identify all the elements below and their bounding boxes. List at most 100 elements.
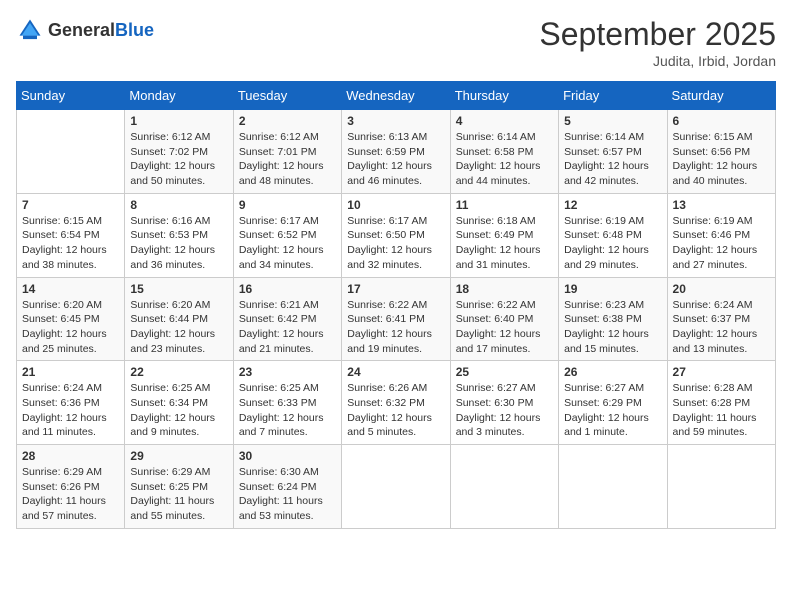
day-info-9: Sunrise: 6:17 AM Sunset: 6:52 PM Dayligh… <box>239 214 336 273</box>
week-row-2: 7 Sunrise: 6:15 AM Sunset: 6:54 PM Daylig… <box>17 193 776 277</box>
day-info-3: Sunrise: 6:13 AM Sunset: 6:59 PM Dayligh… <box>347 130 444 189</box>
cell-w1-d5: 4Sunrise: 6:14 AM Sunset: 6:58 PM Daylig… <box>450 110 558 194</box>
day-number-6: 6 <box>673 114 770 128</box>
header-wednesday: Wednesday <box>342 82 450 110</box>
header-monday: Monday <box>125 82 233 110</box>
logo-blue-text: Blue <box>115 20 154 40</box>
header-friday: Friday <box>559 82 667 110</box>
cell-w3-d7: 20 Sunrise: 6:24 AM Sunset: 6:37 PM Dayli… <box>667 277 775 361</box>
day-number-30: 30 <box>239 449 336 463</box>
cell-w5-d4 <box>342 445 450 529</box>
cell-w2-d6: 12Sunrise: 6:19 AM Sunset: 6:48 PM Dayli… <box>559 193 667 277</box>
cell-w3-d2: 15 Sunrise: 6:20 AM Sunset: 6:44 PM Dayli… <box>125 277 233 361</box>
cell-w4-d4: 24 Sunrise: 6:26 AM Sunset: 6:32 PM Dayli… <box>342 361 450 445</box>
day-number-9: 9 <box>239 198 336 212</box>
day-info-18: Sunrise: 6:22 AM Sunset: 6:40 PM Dayligh… <box>456 298 553 357</box>
day-number-23: 23 <box>239 365 336 379</box>
cell-w2-d5: 11Sunrise: 6:18 AM Sunset: 6:49 PM Dayli… <box>450 193 558 277</box>
cell-w1-d1 <box>17 110 125 194</box>
cell-w1-d2: 1 Sunrise: 6:12 AM Sunset: 7:02 PM Daylig… <box>125 110 233 194</box>
day-number-3: 3 <box>347 114 444 128</box>
day-info-11: Sunrise: 6:18 AM Sunset: 6:49 PM Dayligh… <box>456 214 553 273</box>
day-info-10: Sunrise: 6:17 AM Sunset: 6:50 PM Dayligh… <box>347 214 444 273</box>
cell-w5-d7 <box>667 445 775 529</box>
day-info-24: Sunrise: 6:26 AM Sunset: 6:32 PM Dayligh… <box>347 381 444 440</box>
cell-w5-d5 <box>450 445 558 529</box>
day-number-24: 24 <box>347 365 444 379</box>
day-info-26: Sunrise: 6:27 AM Sunset: 6:29 PM Dayligh… <box>564 381 661 440</box>
page-header: GeneralBlue September 2025 Judita, Irbid… <box>16 16 776 69</box>
day-number-4: 4 <box>456 114 553 128</box>
calendar-header: Sunday Monday Tuesday Wednesday Thursday… <box>17 82 776 110</box>
day-number-22: 22 <box>130 365 227 379</box>
cell-w3-d1: 14Sunrise: 6:20 AM Sunset: 6:45 PM Dayli… <box>17 277 125 361</box>
day-info-5: Sunrise: 6:14 AM Sunset: 6:57 PM Dayligh… <box>564 130 661 189</box>
day-info-19: Sunrise: 6:23 AM Sunset: 6:38 PM Dayligh… <box>564 298 661 357</box>
day-info-22: Sunrise: 6:25 AM Sunset: 6:34 PM Dayligh… <box>130 381 227 440</box>
cell-w5-d3: 30 Sunrise: 6:30 AM Sunset: 6:24 PM Dayli… <box>233 445 341 529</box>
day-info-7: Sunrise: 6:15 AM Sunset: 6:54 PM Dayligh… <box>22 214 119 273</box>
day-info-28: Sunrise: 6:29 AM Sunset: 6:26 PM Dayligh… <box>22 465 119 524</box>
week-row-5: 28 Sunrise: 6:29 AM Sunset: 6:26 PM Dayli… <box>17 445 776 529</box>
cell-w2-d2: 8 Sunrise: 6:16 AM Sunset: 6:53 PM Daylig… <box>125 193 233 277</box>
cell-w4-d3: 23 Sunrise: 6:25 AM Sunset: 6:33 PM Dayli… <box>233 361 341 445</box>
day-number-19: 19 <box>564 282 661 296</box>
header-sunday: Sunday <box>17 82 125 110</box>
day-number-1: 1 <box>130 114 227 128</box>
day-info-2: Sunrise: 6:12 AM Sunset: 7:01 PM Dayligh… <box>239 130 336 189</box>
week-row-4: 21 Sunrise: 6:24 AM Sunset: 6:36 PM Dayli… <box>17 361 776 445</box>
cell-w5-d6 <box>559 445 667 529</box>
day-info-25: Sunrise: 6:27 AM Sunset: 6:30 PM Dayligh… <box>456 381 553 440</box>
day-number-18: 18 <box>456 282 553 296</box>
day-info-27: Sunrise: 6:28 AM Sunset: 6:28 PM Dayligh… <box>673 381 770 440</box>
cell-w4-d6: 26 Sunrise: 6:27 AM Sunset: 6:29 PM Dayli… <box>559 361 667 445</box>
day-number-25: 25 <box>456 365 553 379</box>
day-info-20: Sunrise: 6:24 AM Sunset: 6:37 PM Dayligh… <box>673 298 770 357</box>
day-info-6: Sunrise: 6:15 AM Sunset: 6:56 PM Dayligh… <box>673 130 770 189</box>
day-info-8: Sunrise: 6:16 AM Sunset: 6:53 PM Dayligh… <box>130 214 227 273</box>
cell-w2-d3: 9 Sunrise: 6:17 AM Sunset: 6:52 PM Daylig… <box>233 193 341 277</box>
cell-w1-d7: 6 Sunrise: 6:15 AM Sunset: 6:56 PM Daylig… <box>667 110 775 194</box>
day-info-23: Sunrise: 6:25 AM Sunset: 6:33 PM Dayligh… <box>239 381 336 440</box>
cell-w3-d3: 16Sunrise: 6:21 AM Sunset: 6:42 PM Dayli… <box>233 277 341 361</box>
logo-general-text: General <box>48 20 115 40</box>
day-number-28: 28 <box>22 449 119 463</box>
cell-w4-d1: 21 Sunrise: 6:24 AM Sunset: 6:36 PM Dayli… <box>17 361 125 445</box>
cell-w3-d6: 19 Sunrise: 6:23 AM Sunset: 6:38 PM Dayli… <box>559 277 667 361</box>
day-number-5: 5 <box>564 114 661 128</box>
calendar-body: 1 Sunrise: 6:12 AM Sunset: 7:02 PM Daylig… <box>17 110 776 529</box>
cell-w1-d3: 2Sunrise: 6:12 AM Sunset: 7:01 PM Daylig… <box>233 110 341 194</box>
day-number-20: 20 <box>673 282 770 296</box>
day-info-30: Sunrise: 6:30 AM Sunset: 6:24 PM Dayligh… <box>239 465 336 524</box>
day-number-15: 15 <box>130 282 227 296</box>
week-row-3: 14Sunrise: 6:20 AM Sunset: 6:45 PM Dayli… <box>17 277 776 361</box>
day-number-7: 7 <box>22 198 119 212</box>
day-number-21: 21 <box>22 365 119 379</box>
day-info-15: Sunrise: 6:20 AM Sunset: 6:44 PM Dayligh… <box>130 298 227 357</box>
day-info-21: Sunrise: 6:24 AM Sunset: 6:36 PM Dayligh… <box>22 381 119 440</box>
cell-w4-d2: 22 Sunrise: 6:25 AM Sunset: 6:34 PM Dayli… <box>125 361 233 445</box>
location-text: Judita, Irbid, Jordan <box>539 53 776 69</box>
cell-w3-d4: 17 Sunrise: 6:22 AM Sunset: 6:41 PM Dayli… <box>342 277 450 361</box>
cell-w2-d7: 13Sunrise: 6:19 AM Sunset: 6:46 PM Dayli… <box>667 193 775 277</box>
logo-icon <box>16 16 44 44</box>
day-info-29: Sunrise: 6:29 AM Sunset: 6:25 PM Dayligh… <box>130 465 227 524</box>
cell-w3-d5: 18 Sunrise: 6:22 AM Sunset: 6:40 PM Dayli… <box>450 277 558 361</box>
day-number-26: 26 <box>564 365 661 379</box>
cell-w2-d1: 7 Sunrise: 6:15 AM Sunset: 6:54 PM Daylig… <box>17 193 125 277</box>
logo: GeneralBlue <box>16 16 154 44</box>
day-number-8: 8 <box>130 198 227 212</box>
cell-w4-d5: 25 Sunrise: 6:27 AM Sunset: 6:30 PM Dayli… <box>450 361 558 445</box>
day-info-17: Sunrise: 6:22 AM Sunset: 6:41 PM Dayligh… <box>347 298 444 357</box>
day-number-29: 29 <box>130 449 227 463</box>
header-tuesday: Tuesday <box>233 82 341 110</box>
day-info-1: Sunrise: 6:12 AM Sunset: 7:02 PM Dayligh… <box>130 130 227 189</box>
week-row-1: 1 Sunrise: 6:12 AM Sunset: 7:02 PM Daylig… <box>17 110 776 194</box>
header-saturday: Saturday <box>667 82 775 110</box>
day-info-13: Sunrise: 6:19 AM Sunset: 6:46 PM Dayligh… <box>673 214 770 273</box>
day-info-14: Sunrise: 6:20 AM Sunset: 6:45 PM Dayligh… <box>22 298 119 357</box>
header-thursday: Thursday <box>450 82 558 110</box>
day-number-16: 16 <box>239 282 336 296</box>
cell-w4-d7: 27Sunrise: 6:28 AM Sunset: 6:28 PM Dayli… <box>667 361 775 445</box>
day-number-17: 17 <box>347 282 444 296</box>
